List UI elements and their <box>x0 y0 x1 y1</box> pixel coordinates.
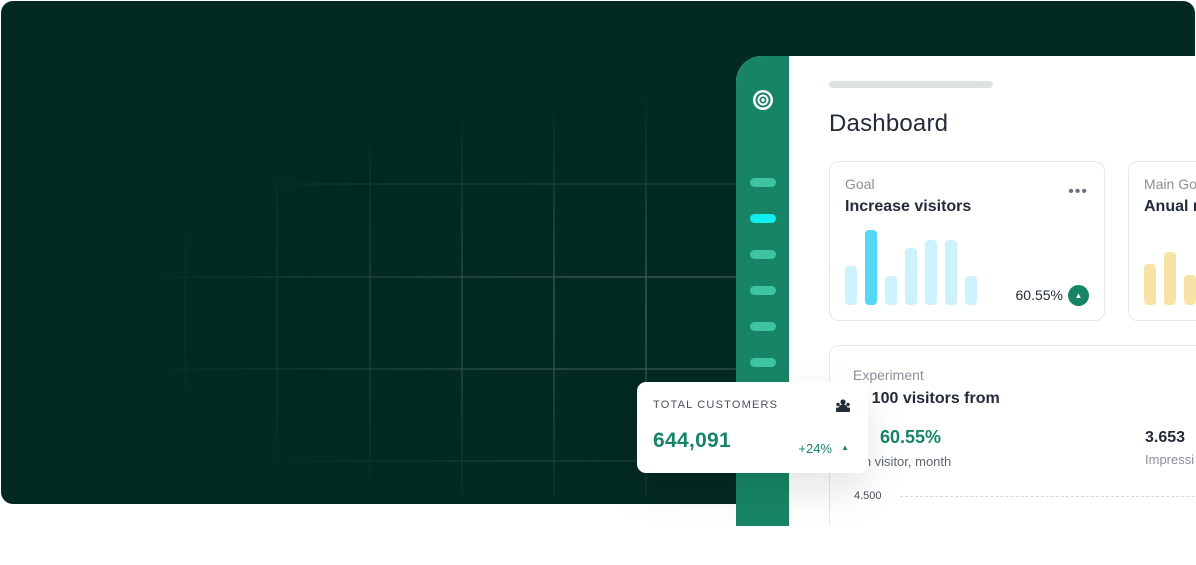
goal-card-heading: Increase visitors <box>845 198 972 215</box>
sidebar-item-1[interactable] <box>750 178 776 187</box>
ellipsis-icon[interactable]: ••• <box>1068 184 1088 200</box>
total-customers-card[interactable]: TOTAL CUSTOMERS 644,091 +24% ▲ <box>637 382 868 473</box>
goal-bar-3 <box>885 276 897 305</box>
axis-gridline <box>900 496 1196 497</box>
page-title: Dashboard <box>829 110 949 137</box>
goal-bar-1 <box>845 266 857 305</box>
main-goal-label: Main Go <box>1144 176 1196 192</box>
experiment-percent: 60.55% <box>880 427 942 447</box>
main-goal-bar-3 <box>1184 275 1196 305</box>
experiment-heading: et 100 visitors from <box>853 390 1000 407</box>
impressions-label: Impressi <box>1145 452 1195 467</box>
goal-card-label: Goal <box>845 176 875 192</box>
goal-bar-6 <box>945 240 957 305</box>
sidebar-item-3[interactable] <box>750 250 776 259</box>
customers-label: TOTAL CUSTOMERS <box>653 399 779 411</box>
goal-card[interactable]: Goal Increase visitors ••• 60.55% ▲ <box>829 161 1105 321</box>
experiment-card[interactable]: Experiment et 100 visitors from 60.55% o… <box>829 345 1196 526</box>
main-goal-card[interactable]: Main Go Anual r <box>1128 161 1196 321</box>
sidebar-item-4[interactable] <box>750 286 776 295</box>
arrow-up-icon: ▲ <box>841 443 849 452</box>
goal-bar-5 <box>925 240 937 305</box>
topbar-placeholder <box>829 81 993 88</box>
goal-bar-7 <box>965 276 977 305</box>
target-icon[interactable] <box>752 89 774 111</box>
arrow-up-icon: ▲ <box>1068 285 1089 306</box>
users-icon <box>836 399 850 412</box>
axis-tick: 4.500 <box>854 490 882 502</box>
sidebar-item-6[interactable] <box>750 358 776 367</box>
main-goal-bar-1 <box>1144 264 1156 305</box>
impressions-count: 3.653 <box>1145 429 1186 446</box>
sidebar-item-5[interactable] <box>750 322 776 331</box>
goal-bar-4 <box>905 248 917 305</box>
main-goal-heading: Anual r <box>1144 198 1196 215</box>
sidebar-item-2[interactable] <box>750 214 776 223</box>
goal-percent: 60.55% <box>1015 287 1063 303</box>
customers-change: +24% <box>798 441 832 456</box>
main-goal-bar-2 <box>1164 252 1176 305</box>
experiment-label: Experiment <box>853 367 924 383</box>
goal-bar-2 <box>865 230 877 305</box>
customers-value: 644,091 <box>653 429 732 452</box>
